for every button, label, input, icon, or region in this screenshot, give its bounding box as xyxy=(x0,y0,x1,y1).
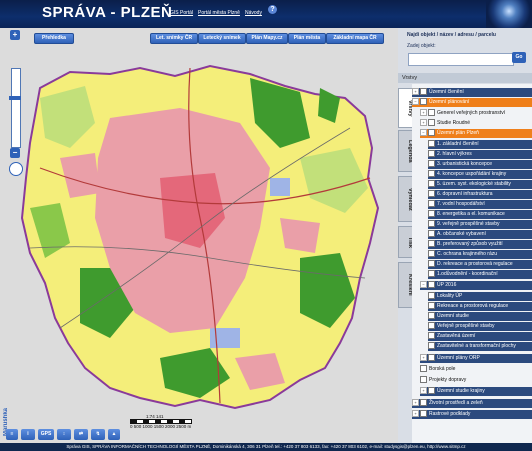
info-tool-icon[interactable]: i xyxy=(21,429,35,440)
tree-item[interactable]: 6. dopravní infrastruktura xyxy=(428,190,532,199)
map-scale: 1:74 141 0 500 1000 1500 2000 2500 m xyxy=(130,414,192,429)
tree-item[interactable]: 1. základní členění xyxy=(428,140,532,149)
basemap-mapycz-button[interactable]: Plán Mapy.cz xyxy=(246,33,288,44)
gps-button[interactable]: GPS xyxy=(38,429,54,440)
link-guides[interactable]: Návody xyxy=(245,10,262,16)
route-tool-icon[interactable]: ↯ xyxy=(91,429,105,440)
pan-compass-icon[interactable] xyxy=(9,162,23,176)
basemap-aerial-button[interactable]: Letecký snímek xyxy=(198,33,246,44)
tree-item[interactable]: Územní studie xyxy=(428,312,532,321)
tree-item[interactable]: 9. veřejně prospěšné stavby xyxy=(428,220,532,229)
tree-item[interactable]: 5. územ. syst. ekologické stability xyxy=(428,180,532,189)
layer-tree: + Územní členění − Územní plánování + Gener… xyxy=(412,84,532,443)
navigate-tool-icon[interactable]: ↕ xyxy=(57,429,71,440)
pin-tool-icon[interactable]: ▲ xyxy=(108,429,120,440)
basemap-base-cr-button[interactable]: Základní mapa ČR xyxy=(326,33,384,44)
tree-item[interactable]: 1.odůvodnění - koordinační xyxy=(428,270,532,279)
tree-item[interactable]: + Životní prostředí a zeleň xyxy=(412,399,532,408)
basemap-aerial-cr-button[interactable]: Let. snímky ČR xyxy=(150,33,198,44)
tree-item[interactable]: Zastavěná území xyxy=(428,332,532,341)
go-button[interactable]: Go xyxy=(512,52,526,63)
panel-tabs: Vrstvy Legenda Vyhledat Tisk Kreslení xyxy=(398,84,414,443)
search-label: Zadej objekt: xyxy=(407,43,436,49)
tree-item[interactable]: B. preferovaný způsob využití xyxy=(428,240,532,249)
zoom-out-button[interactable]: − xyxy=(10,148,20,158)
search-heading: Najdi objekt / název / adresu / parcelu xyxy=(407,32,496,38)
tree-item[interactable]: Rekreace a prostorová regulace xyxy=(428,302,532,311)
overview-button[interactable]: Přehledka xyxy=(34,33,74,44)
layers-tool-icon[interactable]: ≡ xyxy=(6,429,18,440)
tree-item[interactable]: Zastavitelné a transformační plochy xyxy=(428,342,532,351)
zoom-slider-handle[interactable] xyxy=(9,96,21,100)
search-input[interactable] xyxy=(408,53,514,66)
tree-item[interactable]: A. občanské vybavení xyxy=(428,230,532,239)
tree-item[interactable]: 8. energetika a el. komunikace xyxy=(428,210,532,219)
tree-item[interactable]: 3. urbanistická koncepce xyxy=(428,160,532,169)
link-gis-portal[interactable]: GIS Portál xyxy=(170,10,193,16)
footer: Správa GIS, SPRÁVA INFORMAČNÍCH TECHNOLO… xyxy=(0,443,532,451)
app-title: SPRÁVA - PLZEŇ xyxy=(42,4,173,21)
tree-item[interactable]: 7. vodní hospodářství xyxy=(428,200,532,209)
measure-tool-icon[interactable]: ⇄ xyxy=(74,429,88,440)
layers-heading: Vrstvy xyxy=(402,75,418,81)
tree-item[interactable]: + Rastrové podklady xyxy=(412,410,532,419)
tree-item[interactable]: − Územní plán Plzeň xyxy=(420,129,532,138)
tree-item[interactable]: Lokality ÚP xyxy=(428,292,532,301)
zoom-in-button[interactable]: + xyxy=(10,30,20,40)
land-use-map xyxy=(0,28,398,443)
tree-item[interactable]: + Územní studie krajiny xyxy=(420,387,532,396)
globe-logo-icon xyxy=(486,0,532,28)
tree-item[interactable]: Projekty dopravy xyxy=(420,376,466,385)
side-panel: Najdi objekt / název / adresu / parcelu … xyxy=(398,28,532,443)
app-header: SPRÁVA - PLZEŇ GIS Portál Portál města P… xyxy=(0,0,532,28)
tree-item[interactable]: D. rekreace a prostorová regulace xyxy=(428,260,532,269)
tree-item[interactable]: Borská pole xyxy=(420,365,455,374)
tree-item[interactable]: + Generel veřejných prostranství xyxy=(420,109,505,118)
tree-item[interactable]: Veřejně prospěšné stavby xyxy=(428,322,532,331)
marushka-logo: Marushka xyxy=(3,407,9,436)
map-view[interactable]: Přehledka Let. snímky ČR Letecký snímek … xyxy=(0,28,398,443)
tree-item[interactable]: + Územní členění xyxy=(412,88,532,97)
link-city-portal[interactable]: Portál města Plzně xyxy=(198,10,240,16)
tree-item[interactable]: + Studie Roudné xyxy=(420,119,470,128)
zoom-slider-track[interactable] xyxy=(11,68,21,148)
scale-ticks: 0 500 1000 1500 2000 2500 m xyxy=(130,424,192,429)
basemap-cityplan-button[interactable]: Plán města xyxy=(288,33,326,44)
tree-item[interactable]: C. ochrana krajinného rázu xyxy=(428,250,532,259)
tree-item[interactable]: 4. koncepce uspořádání krajiny xyxy=(428,170,532,179)
layers-section-header[interactable]: Vrstvy xyxy=(398,73,532,83)
tree-item[interactable]: − ÚP 2016 xyxy=(420,281,532,290)
tree-item[interactable]: 2. hlavní výkres xyxy=(428,150,532,159)
help-icon[interactable]: ? xyxy=(268,5,277,14)
tree-item[interactable]: − Územní plánování xyxy=(412,98,532,107)
tree-item[interactable]: + Územní plány ORP xyxy=(420,354,532,363)
